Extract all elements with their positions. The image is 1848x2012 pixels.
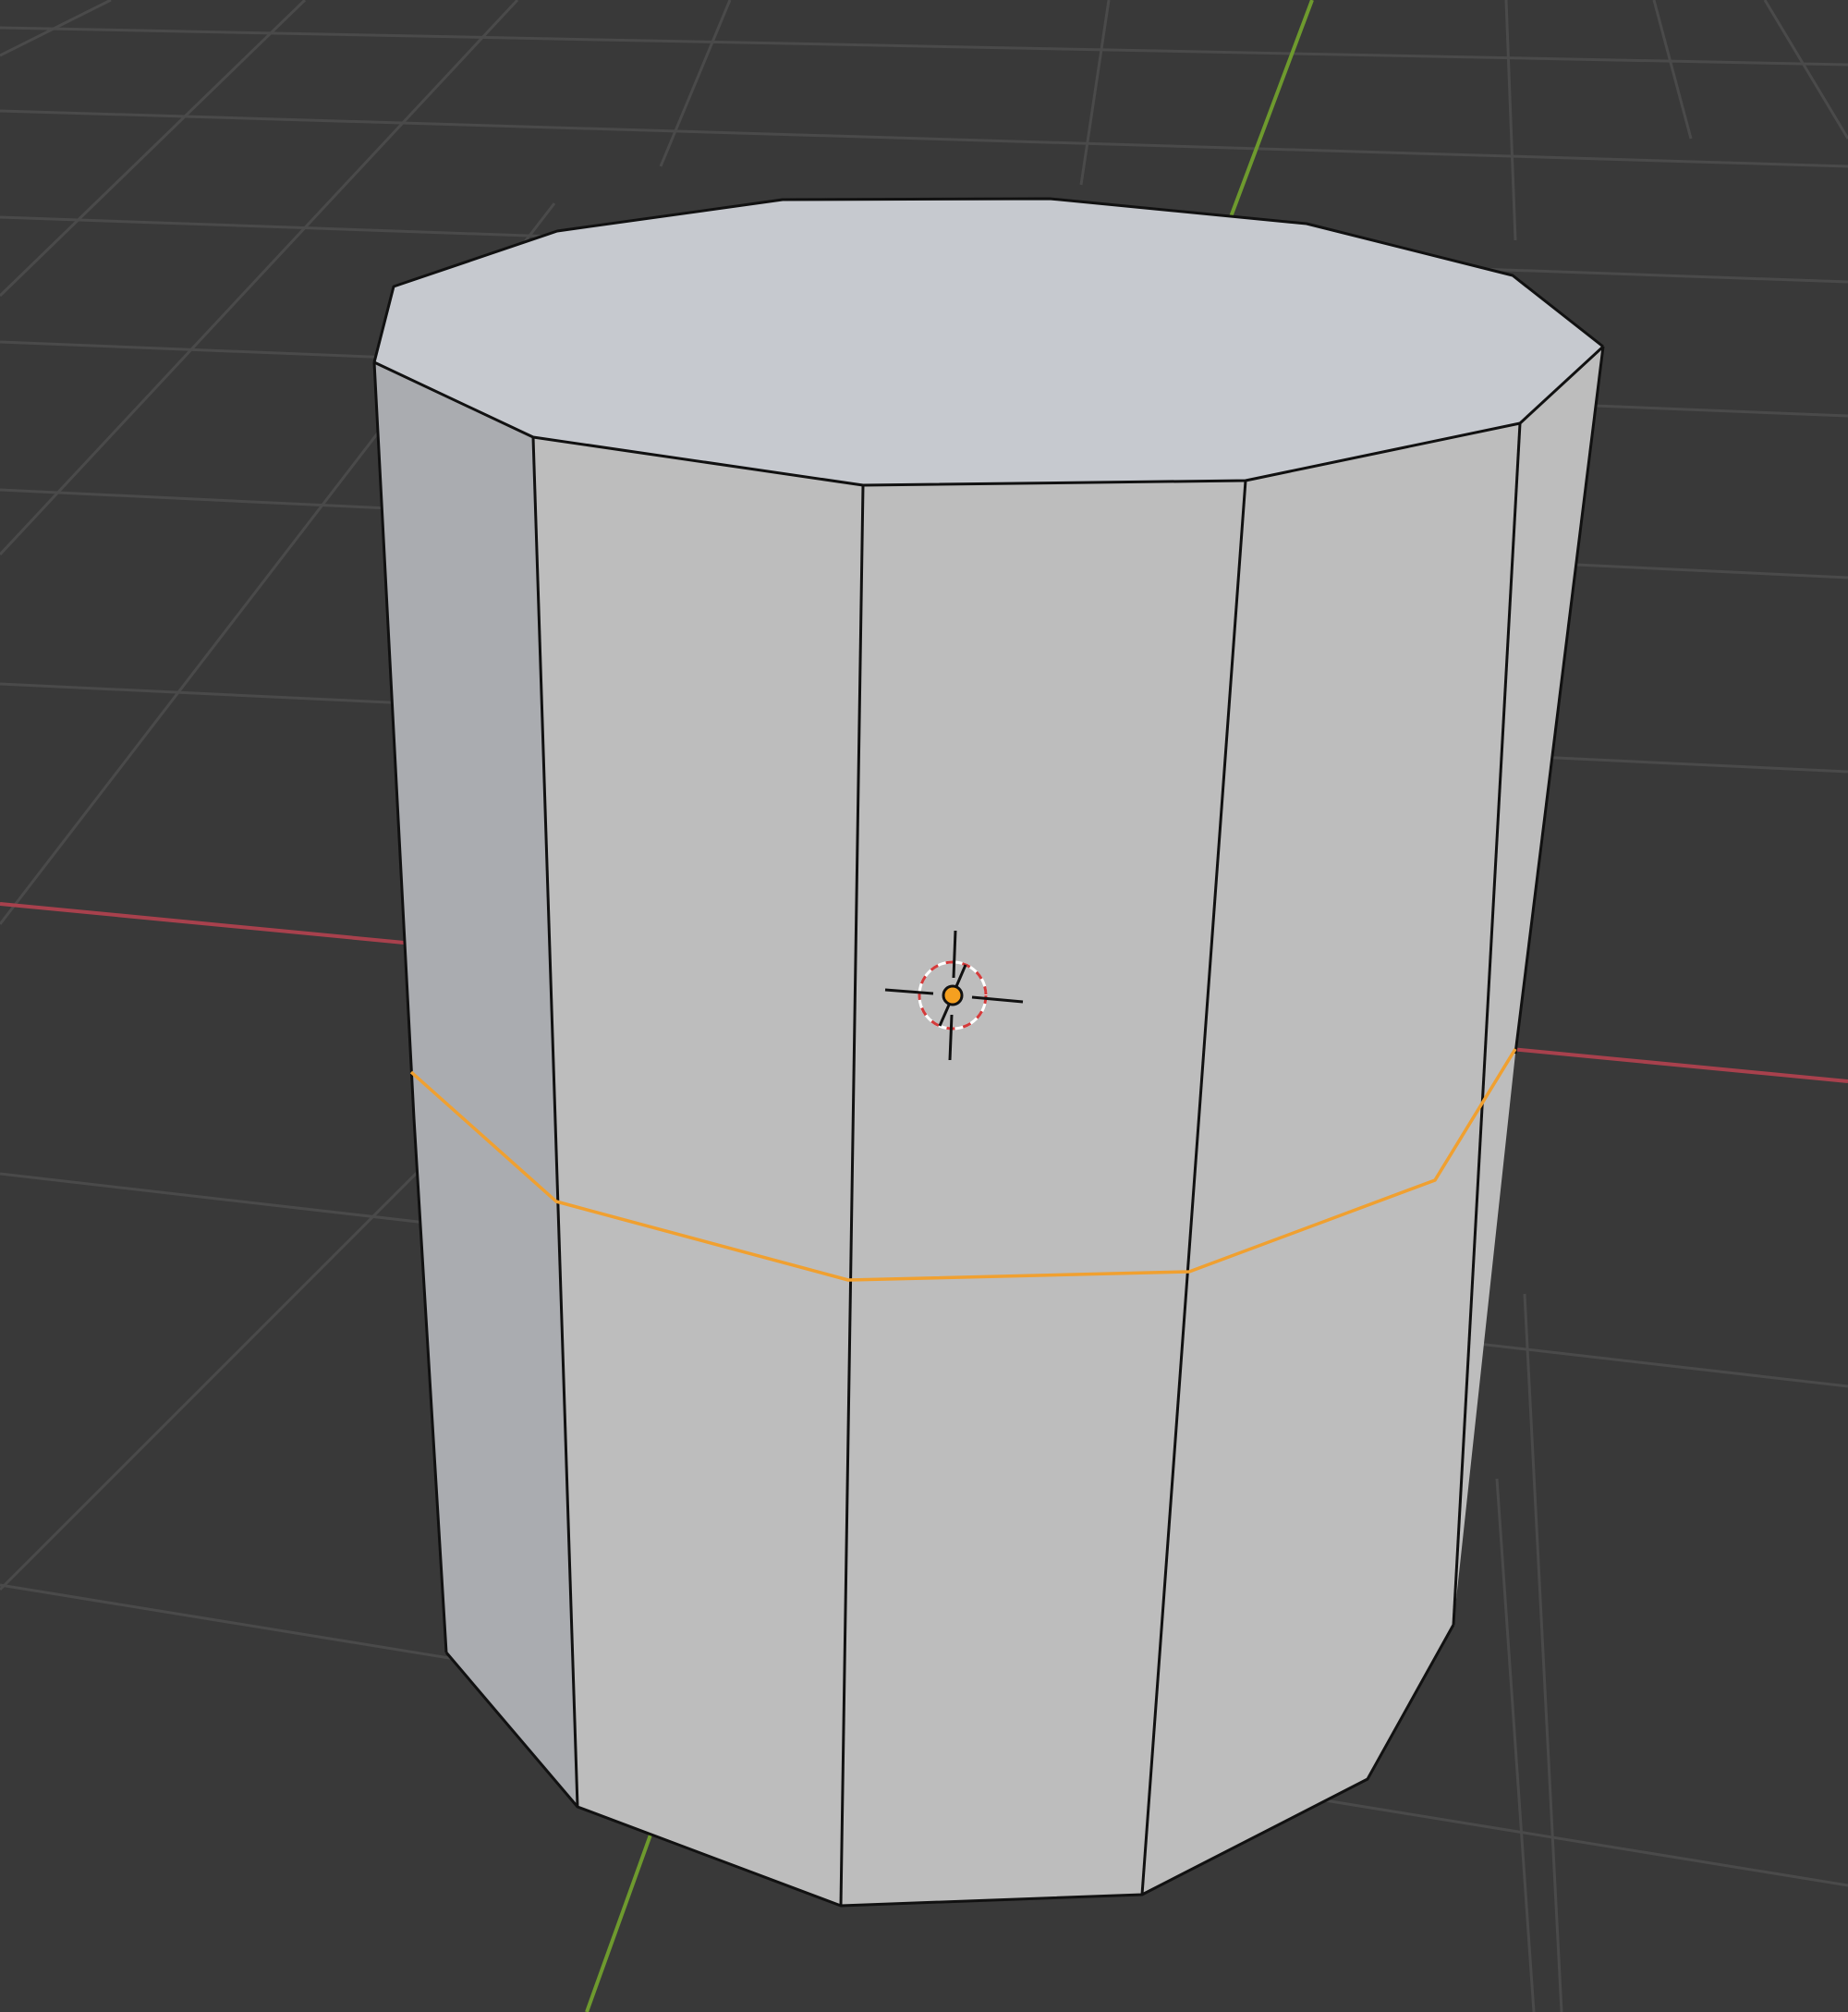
3d-viewport[interactable] (0, 0, 1848, 2012)
grid-line (0, 26, 1848, 67)
cursor-cross-line (952, 930, 957, 979)
grid-line (0, 1153, 436, 1591)
cylinder-mesh[interactable] (372, 197, 1605, 1908)
grid-line (1079, 0, 1111, 186)
grid-line (1652, 0, 1693, 140)
cursor-cross-line (948, 1014, 954, 1061)
grid-line (0, 0, 307, 298)
side-face[interactable] (533, 437, 863, 1906)
y-axis-line (1227, 0, 1314, 223)
object-origin-icon[interactable] (942, 984, 964, 1006)
grid-line (1523, 1293, 1563, 2012)
grid-line (0, 109, 1848, 168)
grid-line (1495, 1478, 1536, 2012)
grid-line (1504, 0, 1517, 241)
viewport-canvas[interactable] (0, 0, 1848, 2012)
grid-line (1763, 0, 1848, 140)
grid-line (659, 0, 732, 167)
